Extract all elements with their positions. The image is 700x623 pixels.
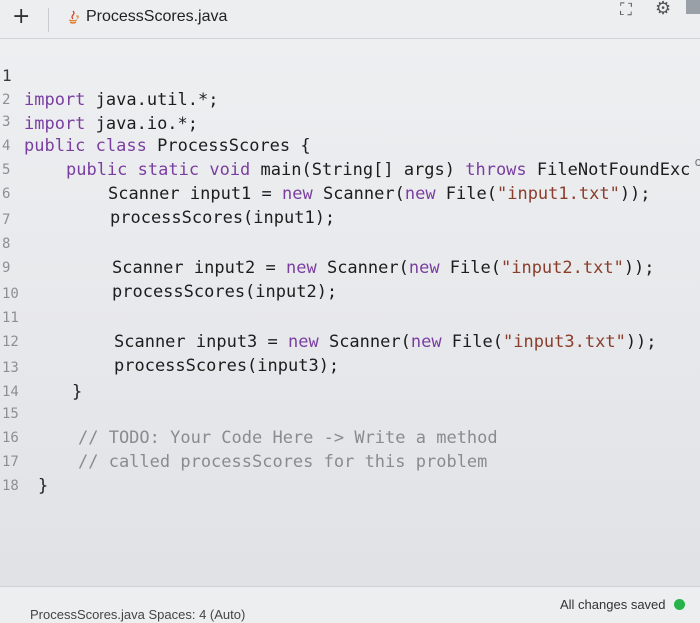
status-file-spaces[interactable]: ProcessScores.java Spaces: 4 (Auto) bbox=[30, 607, 245, 622]
code-line: 16 // called processScores for this prob… bbox=[0, 402, 700, 472]
code-line: 2 import java.io.*; bbox=[0, 64, 700, 134]
code-line: 9 processScores(input2); bbox=[0, 232, 700, 302]
code-line: 15 // TODO: Your Code Here -> Write a me… bbox=[0, 378, 700, 448]
code-line: 11 Scanner input3 = new Scanner(new File… bbox=[0, 282, 700, 352]
saved-indicator-icon bbox=[674, 599, 685, 610]
code-line: 12 processScores(input3); bbox=[0, 306, 700, 376]
code-line: 5 Scanner input1 = new Scanner(new File(… bbox=[0, 134, 700, 204]
new-tab-button[interactable]: + bbox=[12, 4, 30, 29]
code-line: 10 bbox=[0, 258, 700, 302]
code-line: 8 Scanner input2 = new Scanner(new File(… bbox=[0, 208, 700, 278]
code-editor[interactable]: 1 import java.util.*; 2 import java.io.*… bbox=[0, 38, 700, 586]
code-line: 6 processScores(input1); bbox=[0, 158, 700, 228]
code-line: 1 import java.util.*; bbox=[0, 40, 700, 110]
code-line: 7 bbox=[0, 184, 700, 228]
tab-divider bbox=[48, 8, 49, 32]
maximize-icon[interactable]: ⛶ bbox=[620, 0, 632, 20]
status-bar: ProcessScores.java Spaces: 4 (Auto) All … bbox=[0, 586, 700, 623]
gear-icon[interactable]: ⚙ bbox=[655, 0, 671, 19]
code-line: 17 } bbox=[0, 426, 700, 496]
code-line: 3 public class ProcessScores { bbox=[0, 86, 700, 156]
code-line: 18 bbox=[0, 450, 700, 494]
overflow-edge: o bbox=[694, 155, 700, 169]
save-status: All changes saved bbox=[560, 597, 666, 612]
code-line: 14 bbox=[0, 356, 700, 400]
line-number: 18 bbox=[2, 478, 19, 494]
code-line: 4 public static void main(String[] args)… bbox=[0, 110, 700, 180]
editor-window: + ProcessScores.java ⛶ ⚙ 1 import java.u… bbox=[0, 0, 700, 623]
java-file-icon bbox=[68, 10, 79, 24]
tab-bar: + ProcessScores.java ⛶ ⚙ bbox=[0, 0, 700, 39]
code-line: 13 } bbox=[0, 332, 700, 402]
window-edge bbox=[686, 0, 700, 14]
tab-processscores-java[interactable]: ProcessScores.java bbox=[66, 8, 227, 26]
tab-title: ProcessScores.java bbox=[86, 8, 228, 25]
